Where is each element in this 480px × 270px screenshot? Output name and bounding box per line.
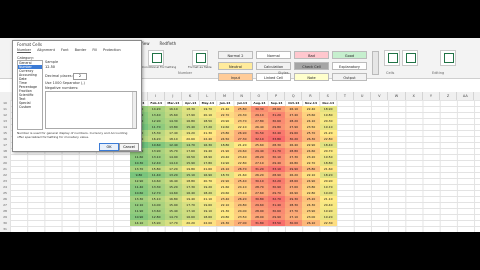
category-list[interactable]: General Number Currency Accounting Date Time P… [17,60,43,130]
column-header[interactable]: AA [457,92,475,100]
ribbon-tabs: View Redfleth [140,40,176,47]
heatmap-cell[interactable]: 22.30 [319,220,337,226]
negative-numbers-list[interactable] [45,91,137,129]
column-header[interactable]: M [216,92,234,100]
tab-fill[interactable]: Fill [92,48,97,53]
cell-style-option[interactable]: Output [332,73,367,81]
column-header[interactable]: Y [423,92,440,100]
cell-style-option[interactable]: Normal [256,51,291,59]
column-header[interactable]: J [165,92,182,100]
decimal-places-stepper[interactable]: 2 [73,73,87,80]
sort-filter-icon [444,53,454,63]
decimal-places-label: Decimal places: [45,74,73,78]
insert-cells-button[interactable] [384,50,400,66]
column-header[interactable]: I [148,92,165,100]
cancel-button[interactable]: Cancel [119,143,139,151]
cell-style-option[interactable]: Calculation [256,62,291,70]
category-item[interactable]: Custom [18,105,42,109]
delete-cells-button[interactable] [402,50,418,66]
heatmap-cell[interactable]: 15.90 [147,220,165,226]
tab-alignment[interactable]: Alignment [37,48,55,53]
heatmap-cell[interactable]: 20.20 [182,220,200,226]
heatmap-cell[interactable]: 27.00 [233,220,251,226]
conditional-formatting-label: Conditional Formatting [142,65,177,69]
tab-protection[interactable]: Protection [103,48,121,53]
column-header[interactable]: O [251,92,268,100]
heatmap-cell[interactable]: 22.00 [199,220,217,226]
heatmap-cell[interactable]: 26.10 [302,220,320,226]
sort-filter-button[interactable] [440,50,456,66]
ribbon-tab-redfleth[interactable]: Redfleth [160,40,177,47]
group-cells-label: Cells [386,71,395,75]
insert-cells-icon [388,53,398,63]
cell-style-option[interactable]: Explanatory [332,62,367,70]
tab-border[interactable]: Border [75,48,87,53]
cell-style-option[interactable]: Normal 2 [218,51,253,59]
column-header[interactable]: R [302,92,320,100]
format-as-table-icon [196,53,206,63]
column-header[interactable]: V [371,92,389,100]
heatmap-cell[interactable]: 31.80 [250,220,268,226]
thousand-separator-checkbox[interactable]: Use 1000 Separator (,) [45,81,85,85]
column-header[interactable]: Q [285,92,303,100]
column-header[interactable]: P [268,92,286,100]
heatmap-cell[interactable]: 14.10 [130,220,148,226]
heatmap-cell[interactable]: 24.30 [216,220,234,226]
ok-button[interactable]: OK [99,143,119,151]
category-description: Number is used for general display of nu… [17,131,128,139]
cell-style-option[interactable]: Note [294,73,329,81]
column-header[interactable]: Z [440,92,458,100]
heatmap-cell[interactable]: 17.70 [164,220,182,226]
column-header[interactable]: U [354,92,372,100]
group-styles-label: Styles [278,71,289,75]
column-header[interactable]: K [182,92,200,100]
negative-numbers-label: Negative numbers: [45,86,79,90]
styles-gallery-scroll[interactable] [372,51,379,75]
tab-number[interactable]: Number [17,48,32,53]
format-as-table-button[interactable] [192,50,208,66]
heatmap-cell[interactable]: 33.50 [268,220,286,226]
conditional-formatting-button[interactable] [148,50,164,66]
dialog-tabs: Number Alignment Font Border Fill Protec… [17,48,121,53]
excel-window: View Redfleth Conditional Formatting For… [0,38,480,232]
tab-font[interactable]: Font [61,48,69,53]
cell-style-option[interactable]: Neutral [218,62,253,70]
cell-style-option[interactable]: Good [332,51,367,59]
heatmap-cell[interactable]: 30.00 [285,220,303,226]
dialog-title: Format Cells [17,42,42,47]
format-cells-dialog: Format Cells Number Alignment Font Borde… [12,40,142,152]
column-header[interactable]: T [337,92,354,100]
group-number-label: Number [178,71,193,75]
row-header[interactable]: 31 [0,226,10,232]
cell-styles-gallery: Normal 2 Normal Bad Good Neutral Calculation C… [218,51,370,81]
sample-label: Sample [45,60,59,64]
negative-list-scrollbar[interactable] [132,92,136,128]
sample-value: 12.50 [45,65,56,69]
column-header[interactable]: X [406,92,423,100]
conditional-formatting-icon [152,53,162,63]
column-header[interactable]: L [199,92,217,100]
format-as-table-label: Format as Table [188,65,212,69]
group-editing-label: Editing [432,71,445,75]
column-header[interactable]: W [388,92,406,100]
cell-style-option[interactable]: Check Cell [294,62,329,70]
column-header[interactable]: N [234,92,251,100]
column-header[interactable]: S [320,92,337,100]
delete-cells-icon [406,53,416,63]
cell-style-option[interactable]: Bad [294,51,329,59]
cell-style-option[interactable]: Input [218,73,253,81]
